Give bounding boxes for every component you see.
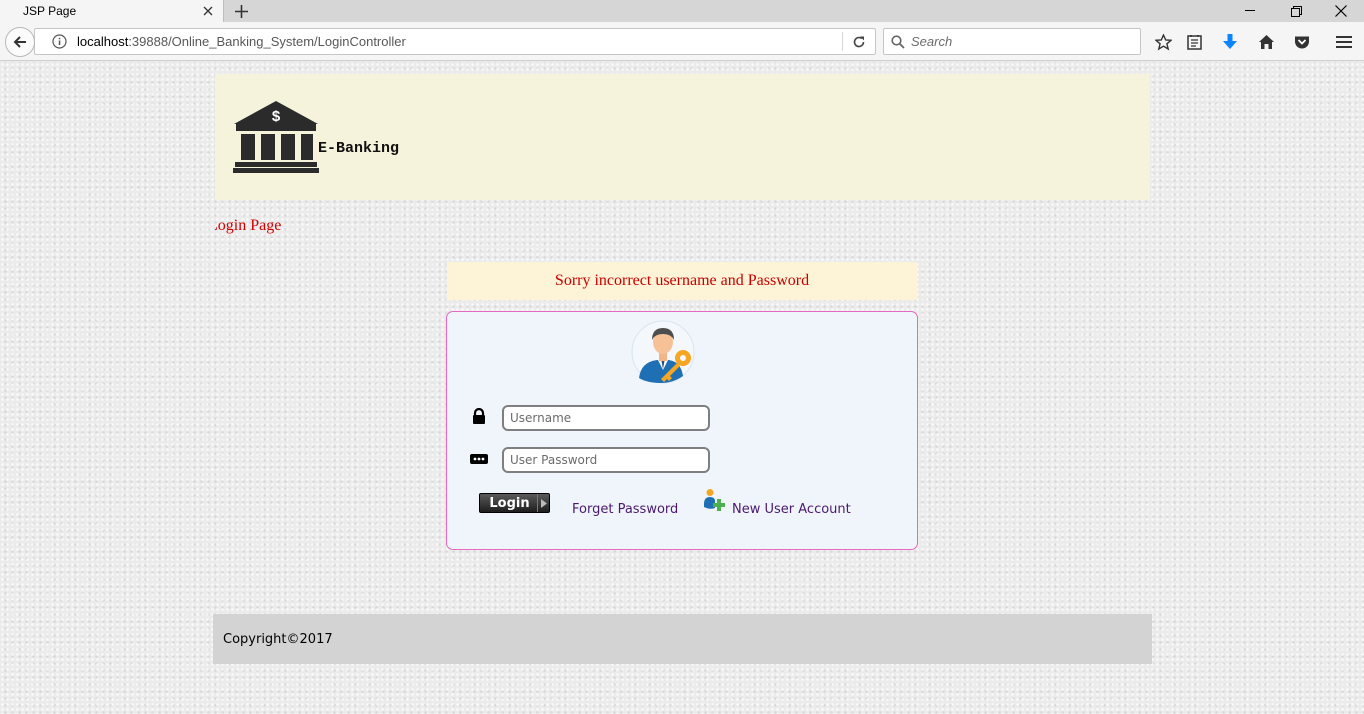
- add-user-icon[interactable]: [702, 488, 728, 514]
- pocket-icon[interactable]: [1291, 31, 1313, 53]
- download-icon[interactable]: [1219, 31, 1241, 53]
- forget-password-link[interactable]: Forget Password: [572, 502, 678, 517]
- copyright-text: Copyright©2017: [223, 631, 333, 647]
- close-tab-icon[interactable]: [199, 2, 217, 20]
- logo-symbol: $: [272, 108, 281, 125]
- reload-icon[interactable]: [843, 29, 875, 54]
- password-field[interactable]: [502, 447, 710, 473]
- back-button[interactable]: [5, 27, 35, 57]
- user-key-avatar-icon: [631, 320, 695, 384]
- address-bar[interactable]: localhost:39888/Online_Banking_System/Lo…: [34, 28, 876, 55]
- search-icon: [891, 34, 905, 49]
- logo-text: E-Banking: [318, 140, 400, 157]
- search-bar[interactable]: [883, 28, 1141, 55]
- page-body: $ E-Banking Login Page Sorry incorrect u…: [0, 62, 1364, 714]
- search-input[interactable]: [911, 34, 1131, 49]
- url-host: localhost: [77, 34, 129, 49]
- minimize-icon[interactable]: [1227, 0, 1273, 22]
- new-user-account-link[interactable]: New User Account: [732, 502, 851, 517]
- home-icon[interactable]: [1255, 31, 1277, 53]
- back-arrow-icon: [13, 36, 26, 48]
- play-arrow-icon: [537, 494, 549, 512]
- reading-list-icon[interactable]: [1183, 31, 1205, 53]
- restore-icon[interactable]: [1273, 0, 1319, 22]
- page-heading: Login Page: [215, 217, 285, 235]
- close-window-icon[interactable]: [1318, 0, 1364, 22]
- url-path: :39888/Online_Banking_System/LoginContro…: [128, 34, 406, 49]
- tab-title: JSP Page: [23, 4, 77, 18]
- menu-icon[interactable]: [1333, 31, 1355, 53]
- tab-active[interactable]: JSP Page: [0, 0, 224, 22]
- site-footer: Copyright©2017: [213, 614, 1152, 664]
- site-header: $ E-Banking: [215, 74, 1150, 200]
- login-panel: Login Forget Password New User Account: [446, 311, 918, 550]
- username-field[interactable]: [502, 405, 710, 431]
- url-text[interactable]: localhost:39888/Online_Banking_System/Lo…: [77, 34, 842, 49]
- navigation-toolbar: localhost:39888/Online_Banking_System/Lo…: [0, 22, 1364, 61]
- page-heading-text: Login Page: [215, 217, 282, 234]
- tab-strip: JSP Page: [0, 0, 1364, 22]
- bank-logo-icon: $: [233, 101, 319, 173]
- login-button[interactable]: Login: [479, 493, 550, 513]
- error-message: Sorry incorrect username and Password: [447, 262, 917, 300]
- bookmark-star-icon[interactable]: [1152, 31, 1174, 53]
- lock-icon: [469, 406, 489, 426]
- new-tab-icon[interactable]: [230, 0, 252, 22]
- password-dots-icon: [469, 449, 489, 469]
- login-button-label: Login: [489, 495, 530, 511]
- site-info-icon[interactable]: [51, 34, 67, 50]
